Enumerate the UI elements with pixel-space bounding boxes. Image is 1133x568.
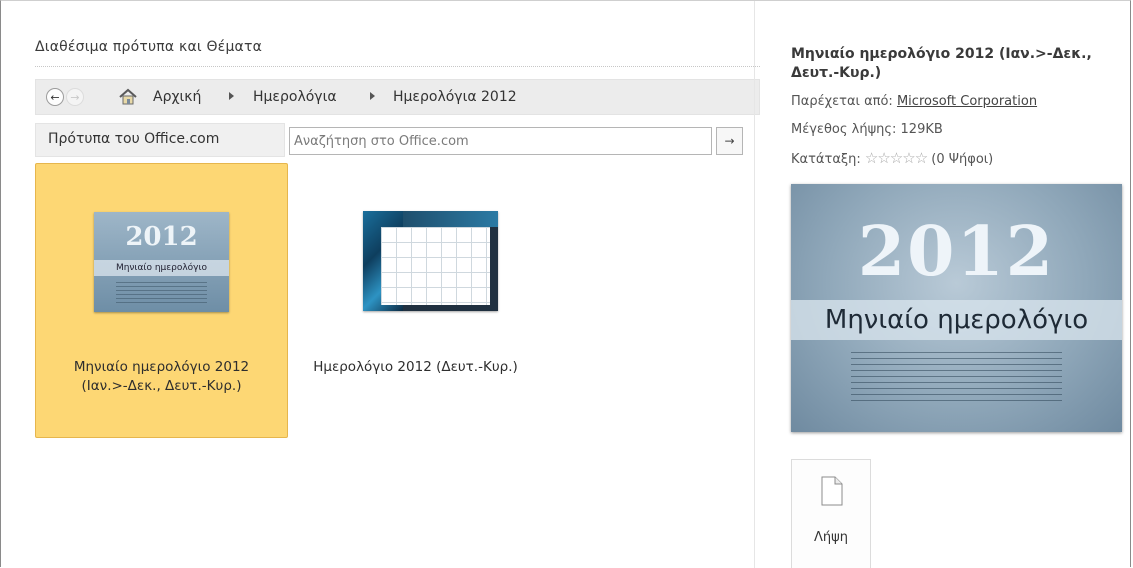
preview-subtitle: Μηνιαίο ημερολόγιο [791, 300, 1122, 340]
forward-arrow-icon[interactable]: → [66, 88, 84, 106]
breadcrumb-calendars[interactable]: Ημερολόγια [253, 89, 337, 105]
document-icon [821, 476, 843, 506]
back-arrow-icon[interactable]: ← [46, 88, 64, 106]
preview-body-lines [851, 352, 1062, 404]
provider-link[interactable]: Microsoft Corporation [897, 94, 1037, 109]
download-button[interactable]: Λήψη [791, 459, 871, 568]
breadcrumb-arrow-icon [370, 92, 375, 100]
breadcrumb-arrow-icon [229, 92, 234, 100]
divider [35, 66, 760, 67]
star-icon[interactable]: ☆☆☆☆☆ [865, 149, 928, 167]
rating-label: Κατάταξη: [791, 152, 861, 167]
rating-row: Κατάταξη: ☆☆☆☆☆ (0 Ψήφοι) [791, 149, 993, 167]
provider-row: Παρέχεται από: Microsoft Corporation [791, 94, 1037, 109]
template-thumbnail: 2012 Μηνιαίο ημερολόγιο [94, 212, 229, 312]
template-label-line2: (Ιαν.>-Δεκ., Δευτ.-Κυρ.) [81, 378, 242, 394]
office-templates-label: Πρότυπα του Office.com [48, 131, 220, 147]
search-input[interactable] [289, 127, 712, 155]
templates-pane: Διαθέσιμα πρότυπα και Θέματα ← → Αρχική … [17, 1, 760, 568]
office-templates-tab[interactable]: Πρότυπα του Office.com [35, 123, 285, 157]
provided-by-label: Παρέχεται από: [791, 94, 893, 109]
preview-year: 2012 [857, 212, 1056, 292]
window-frame: Διαθέσιμα πρότυπα και Θέματα ← → Αρχική … [0, 0, 1132, 568]
template-preview: 2012 Μηνιαίο ημερολόγιο [791, 184, 1122, 432]
breadcrumb-calendars-2012[interactable]: Ημερολόγια 2012 [393, 89, 517, 105]
download-label: Λήψη [814, 530, 848, 545]
details-title: Μηνιαίο ημερολόγιο 2012 (Ιαν.>-Δεκ., Δευ… [791, 46, 1092, 81]
template-tile-calendar-2012[interactable]: Ημερολόγιο 2012 (Δευτ.-Κυρ.) [295, 163, 548, 438]
thumbnail-subtitle: Μηνιαίο ημερολόγιο [94, 260, 229, 276]
thumbnail-year: 2012 [125, 222, 198, 252]
panel-title: Διαθέσιμα πρότυπα και Θέματα [35, 39, 263, 55]
template-tile-monthly-2012[interactable]: 2012 Μηνιαίο ημερολόγιο Μηνιαίο ημερολόγ… [35, 163, 288, 438]
breadcrumb-bar: ← → Αρχική Ημερολόγια Ημερολόγια 2012 [35, 79, 760, 115]
votes-count: (0 Ψήφοι) [931, 152, 994, 167]
details-pane: Μηνιαίο ημερολόγιο 2012 (Ιαν.>-Δεκ., Δευ… [754, 1, 1132, 568]
search-arrow-icon[interactable]: → [716, 127, 743, 155]
download-size: Μέγεθος λήψης: 129KB [791, 122, 943, 137]
thumbnail-calendar-grid [381, 227, 490, 305]
thumbnail-header [403, 211, 498, 227]
template-thumbnail [363, 211, 498, 311]
breadcrumb-home[interactable]: Αρχική [153, 89, 201, 105]
thumbnail-body-lines [116, 282, 207, 306]
template-label-line1: Μηνιαίο ημερολόγιο 2012 [73, 359, 250, 375]
template-label-line1: Ημερολόγιο 2012 (Δευτ.-Κυρ.) [313, 359, 518, 375]
home-icon[interactable] [118, 87, 138, 107]
